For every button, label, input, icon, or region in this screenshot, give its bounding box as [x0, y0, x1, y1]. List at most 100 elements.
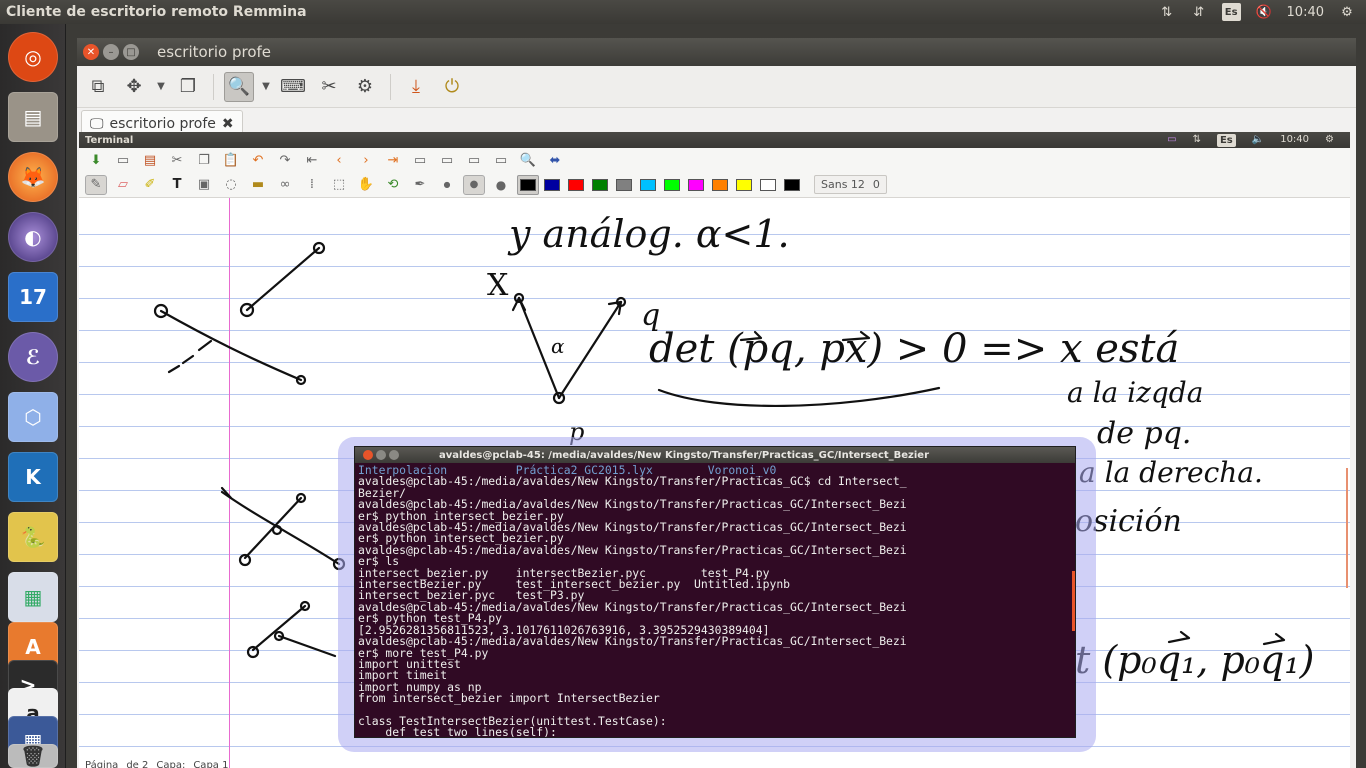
shape-recognizer-icon[interactable]: ∞: [274, 175, 296, 195]
gear-icon[interactable]: ⚙: [1338, 3, 1356, 21]
image-tool-icon[interactable]: ▣: [193, 175, 215, 195]
transfer-icon[interactable]: ⇵: [1190, 3, 1208, 21]
highlighter-icon[interactable]: ✐: [139, 175, 161, 195]
hand-izq1: a la izqda: [1067, 376, 1204, 409]
save-icon[interactable]: ⬇: [85, 150, 107, 170]
texmaker-icon[interactable]: 17: [8, 272, 58, 322]
terminal-close-icon[interactable]: [363, 450, 373, 460]
hand-label-x: X: [487, 268, 509, 303]
remote-gear-icon: ⚙: [1325, 133, 1334, 145]
settings-gear-icon[interactable]: ⚙: [350, 72, 380, 102]
emacs-icon[interactable]: ℰ: [8, 332, 58, 382]
vertical-space-icon[interactable]: ⁞: [301, 175, 323, 195]
fullscreen-icon[interactable]: ▭: [409, 150, 431, 170]
zoom-in-icon[interactable]: ▭: [490, 150, 512, 170]
paper-scroll-indicator[interactable]: [1346, 468, 1348, 588]
next-page-icon[interactable]: ›: [355, 150, 377, 170]
select-rect-icon[interactable]: ⬚: [328, 175, 350, 195]
libreoffice-icon[interactable]: ▦: [8, 572, 58, 622]
preferences-tools-icon[interactable]: ✂: [314, 72, 344, 102]
eraser-icon[interactable]: ▱: [112, 175, 134, 195]
page-width-icon[interactable]: ⬌: [544, 150, 566, 170]
pen-settings-icon[interactable]: ✒: [409, 175, 431, 195]
top-panel: Cliente de escritorio remoto Remmina ⇅ ⇵…: [0, 0, 1366, 24]
new-page-icon[interactable]: ▭: [112, 150, 134, 170]
toggle-fullscreen-icon[interactable]: ⧉: [83, 72, 113, 102]
chevron-down-icon[interactable]: ▼: [155, 81, 167, 92]
color-swatch[interactable]: [685, 175, 707, 195]
keyboard-indicator[interactable]: Es: [1221, 3, 1241, 21]
grab-keyboard-icon[interactable]: ⌨: [278, 72, 308, 102]
color-swatch[interactable]: [637, 175, 659, 195]
open-icon[interactable]: ▤: [139, 150, 161, 170]
hand-tool-icon[interactable]: ✋: [355, 175, 377, 195]
terminal-output[interactable]: Interpolacion Práctica2_GC2015.lyx Voron…: [355, 463, 1075, 737]
toolbar-separator: [390, 73, 391, 100]
color-swatch[interactable]: [565, 175, 587, 195]
terminal-scrollbar[interactable]: [1072, 571, 1075, 631]
layer-select[interactable]: Capa 1: [193, 760, 228, 768]
color-swatch[interactable]: [709, 175, 731, 195]
clock[interactable]: 10:40: [1287, 3, 1324, 21]
eclipse-icon[interactable]: ◐: [8, 212, 58, 262]
cut-icon[interactable]: ✂: [166, 150, 188, 170]
paste-icon[interactable]: 📋: [220, 150, 242, 170]
font-size: 0: [872, 178, 880, 191]
select-region-icon[interactable]: ◌: [220, 175, 242, 195]
disconnect-plug-icon[interactable]: ⏻: [437, 72, 467, 102]
terminal-titlebar: avaldes@pclab-45: /media/avaldes/New Kin…: [355, 447, 1075, 463]
toggle-scaling-icon[interactable]: ✥: [119, 72, 149, 102]
redo-icon[interactable]: ↷: [274, 150, 296, 170]
color-swatch[interactable]: [613, 175, 635, 195]
color-swatch[interactable]: [661, 175, 683, 195]
hand-izq2: de pq.: [1097, 416, 1192, 451]
color-swatch[interactable]: [517, 174, 539, 195]
default-pen-icon[interactable]: ⟲: [382, 175, 404, 195]
color-swatch[interactable]: [541, 175, 563, 195]
trash-icon[interactable]: 🗑: [8, 744, 58, 768]
zoom-out-icon[interactable]: ▭: [436, 150, 458, 170]
scaled-mode-icon[interactable]: 🔍: [224, 71, 254, 102]
undo-icon[interactable]: ↶: [247, 150, 269, 170]
minimize-download-icon[interactable]: ⤓: [401, 72, 431, 102]
kile-icon[interactable]: K: [8, 452, 58, 502]
medium-dot-icon[interactable]: ●: [463, 174, 485, 195]
thick-dot-icon[interactable]: ●: [490, 175, 512, 195]
color-swatch[interactable]: [757, 175, 779, 195]
font-selector[interactable]: Sans 12 0: [814, 175, 887, 194]
color-swatch-fill: [736, 178, 752, 191]
prev-page-icon[interactable]: ‹: [328, 150, 350, 170]
remote-volume-icon: 🔈: [1251, 133, 1265, 145]
terminal-maximize-icon[interactable]: [389, 450, 399, 460]
color-swatch[interactable]: [589, 175, 611, 195]
thin-dot-icon[interactable]: ●: [436, 175, 458, 195]
maximize-icon[interactable]: □: [123, 44, 139, 60]
color-swatch[interactable]: [733, 175, 755, 195]
ubuntu-dash-icon[interactable]: ◎: [8, 32, 58, 82]
geogebra-icon[interactable]: ⬡: [8, 392, 58, 442]
firefox-icon[interactable]: 🦊: [8, 152, 58, 202]
pen-icon[interactable]: ✎: [85, 174, 107, 195]
network-icon[interactable]: ⇅: [1158, 3, 1176, 21]
copy-icon[interactable]: ❐: [193, 150, 215, 170]
color-swatch[interactable]: [781, 175, 803, 195]
terminal-line: er$ more test_P4.py: [358, 645, 489, 660]
files-icon[interactable]: ▤: [8, 92, 58, 142]
terminal-window[interactable]: avaldes@pclab-45: /media/avaldes/New Kin…: [354, 446, 1076, 738]
color-swatch-fill: [640, 178, 656, 191]
first-page-icon[interactable]: ⇤: [301, 150, 323, 170]
tab-label: escritorio profe: [109, 115, 216, 132]
chevron-down-icon[interactable]: ▼: [260, 81, 272, 92]
last-page-icon[interactable]: ⇥: [382, 150, 404, 170]
tab-close-icon[interactable]: ✖: [222, 116, 234, 132]
python-icon[interactable]: 🐍: [8, 512, 58, 562]
minimize-icon[interactable]: –: [103, 44, 119, 60]
ruler-icon[interactable]: ▬: [247, 175, 269, 195]
switch-tab-icon[interactable]: ❐: [173, 72, 203, 102]
zoom-icon[interactable]: 🔍: [517, 150, 539, 170]
close-icon[interactable]: ✕: [83, 44, 99, 60]
volume-muted-icon[interactable]: 🔇: [1255, 3, 1273, 21]
terminal-minimize-icon[interactable]: [376, 450, 386, 460]
zoom-normal-icon[interactable]: ▭: [463, 150, 485, 170]
text-tool-icon[interactable]: T: [166, 175, 188, 195]
